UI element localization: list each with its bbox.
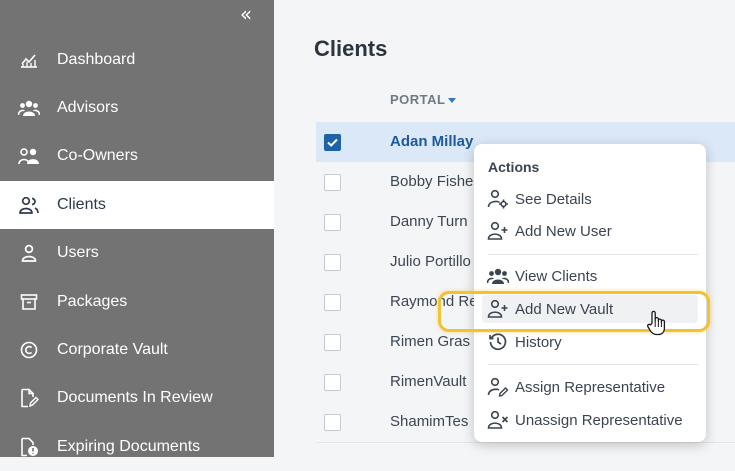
sidebar-item-label: Clients	[57, 196, 106, 213]
user-remove-icon	[487, 409, 509, 431]
sidebar-item-label: Dashboard	[57, 51, 136, 68]
sidebar: « Dashboard Advisors Co-Owners Clients U…	[0, 0, 274, 457]
users-group-icon	[487, 265, 509, 287]
hand-pointer-icon	[646, 310, 666, 336]
menu-item-see-details[interactable]: See Details	[482, 185, 698, 213]
row-checkbox[interactable]	[324, 294, 341, 311]
sidebar-item-label: Documents In Review	[57, 389, 213, 406]
user-plus-icon	[487, 220, 509, 242]
users-group-icon	[18, 97, 40, 119]
sidebar-item-label: Advisors	[57, 99, 119, 116]
user-icon	[18, 242, 40, 264]
client-name[interactable]: Adan Millay	[390, 133, 473, 150]
checkmark-icon	[327, 138, 338, 147]
menu-item-unassign-representative[interactable]: Unassign Representative	[482, 406, 698, 434]
sidebar-item-users[interactable]: Users	[0, 229, 274, 277]
sidebar-item-label: Corporate Vault	[57, 341, 168, 358]
highlight-ring	[438, 291, 710, 332]
sidebar-item-corporate-vault[interactable]: Corporate Vault	[0, 326, 274, 374]
sidebar-item-dashboard[interactable]: Dashboard	[0, 36, 274, 84]
collapse-sidebar-icon[interactable]: «	[236, 3, 256, 25]
row-checkbox[interactable]	[324, 214, 341, 231]
chart-line-icon	[18, 49, 40, 71]
client-name[interactable]: ShamimTes	[390, 413, 468, 430]
sidebar-item-label: Co-Owners	[57, 147, 138, 164]
row-checkbox[interactable]	[324, 334, 341, 351]
menu-title: Actions	[488, 159, 540, 175]
client-name[interactable]: RimenVault	[390, 373, 466, 390]
menu-divider	[488, 254, 698, 255]
row-checkbox[interactable]	[324, 174, 341, 191]
menu-item-label: Add New User	[515, 222, 612, 240]
client-icon	[18, 194, 40, 216]
menu-item-add-new-user[interactable]: Add New User	[482, 217, 698, 245]
menu-item-view-clients[interactable]: View Clients	[482, 262, 698, 290]
row-checkbox[interactable]	[324, 374, 341, 391]
sidebar-item-label: Packages	[57, 293, 128, 310]
menu-item-label: Assign Representative	[515, 378, 666, 396]
sidebar-item-clients[interactable]: Clients	[0, 181, 274, 229]
client-name[interactable]: Julio Portillo	[390, 253, 471, 270]
client-name[interactable]: Rimen Gras	[390, 333, 470, 350]
sidebar-item-documents-in-review[interactable]: Documents In Review	[0, 374, 274, 422]
column-header-portal[interactable]: PORTAL	[390, 92, 457, 107]
sidebar-item-expiring-documents[interactable]: Expiring Documents	[0, 423, 274, 471]
row-checkbox[interactable]	[324, 134, 341, 151]
row-checkbox[interactable]	[324, 254, 341, 271]
users-pair-icon	[18, 145, 40, 167]
menu-item-assign-representative[interactable]: Assign Representative	[482, 373, 698, 401]
page-title: Clients	[314, 36, 388, 61]
sidebar-item-co-owners[interactable]: Co-Owners	[0, 132, 274, 180]
menu-item-label: View Clients	[515, 267, 598, 285]
row-checkbox[interactable]	[324, 414, 341, 431]
sidebar-item-packages[interactable]: Packages	[0, 278, 274, 326]
sidebar-item-label: Expiring Documents	[57, 438, 201, 455]
client-name[interactable]: Danny Turn	[390, 213, 468, 230]
client-name[interactable]: Bobby Fishe	[390, 173, 473, 190]
sort-caret-icon	[448, 98, 457, 104]
sidebar-item-advisors[interactable]: Advisors	[0, 84, 274, 132]
document-alert-icon	[18, 436, 40, 458]
user-gear-icon	[487, 188, 509, 210]
menu-item-label: Unassign Representative	[515, 411, 683, 429]
archive-box-icon	[18, 291, 40, 313]
document-edit-icon	[18, 387, 40, 409]
copyright-icon	[18, 339, 40, 361]
menu-item-label: See Details	[515, 190, 592, 208]
history-icon	[487, 331, 509, 353]
user-edit-icon	[487, 376, 509, 398]
menu-item-label: History	[515, 333, 562, 351]
column-header-label: PORTAL	[390, 92, 446, 107]
menu-divider	[488, 364, 698, 365]
sidebar-item-label: Users	[57, 244, 99, 261]
